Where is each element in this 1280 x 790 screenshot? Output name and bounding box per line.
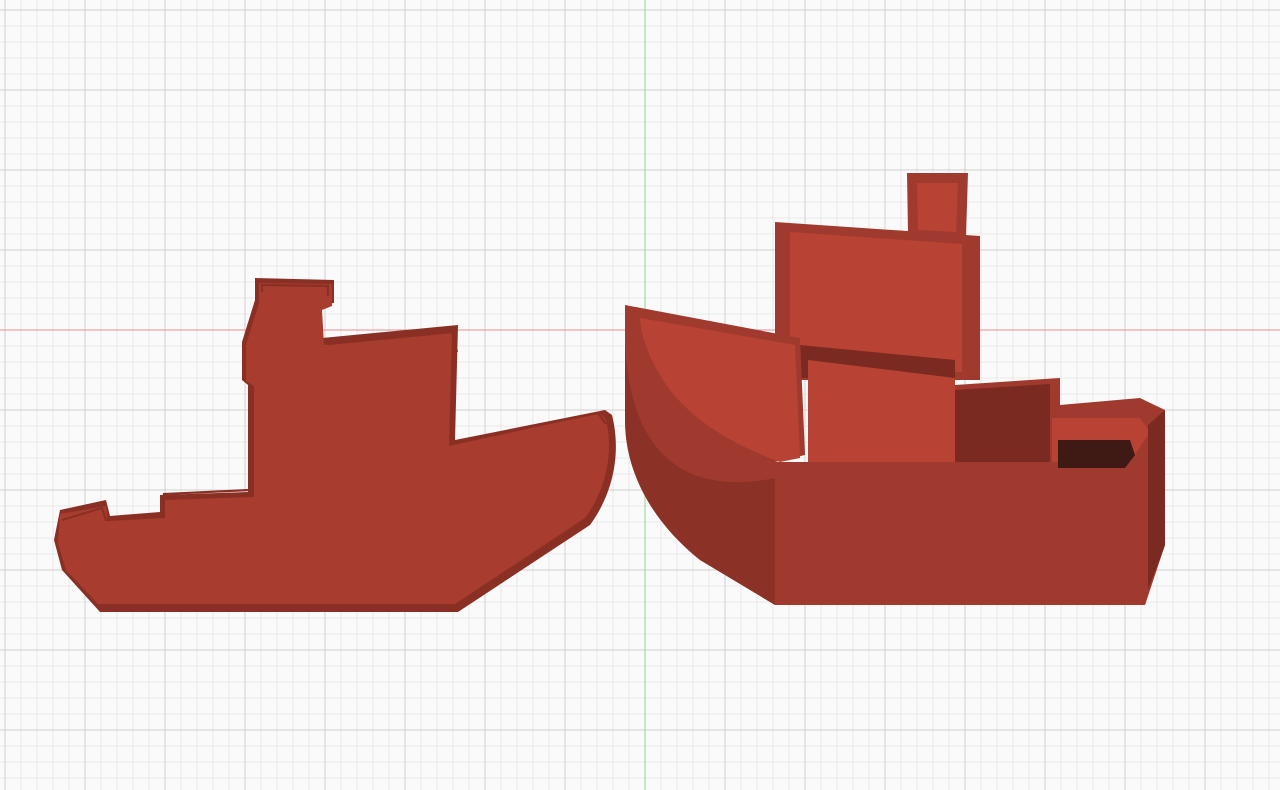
- viewport-canvas[interactable]: [0, 0, 1280, 790]
- boat-half-shell-stern-cavity: [1058, 440, 1135, 468]
- 3d-viewport[interactable]: [0, 0, 1280, 790]
- boat-half-shell-stern-wall: [955, 384, 1050, 462]
- boat-half-shell-front-face: [775, 462, 1145, 605]
- boat-half-shell-chimney-inner: [917, 183, 958, 232]
